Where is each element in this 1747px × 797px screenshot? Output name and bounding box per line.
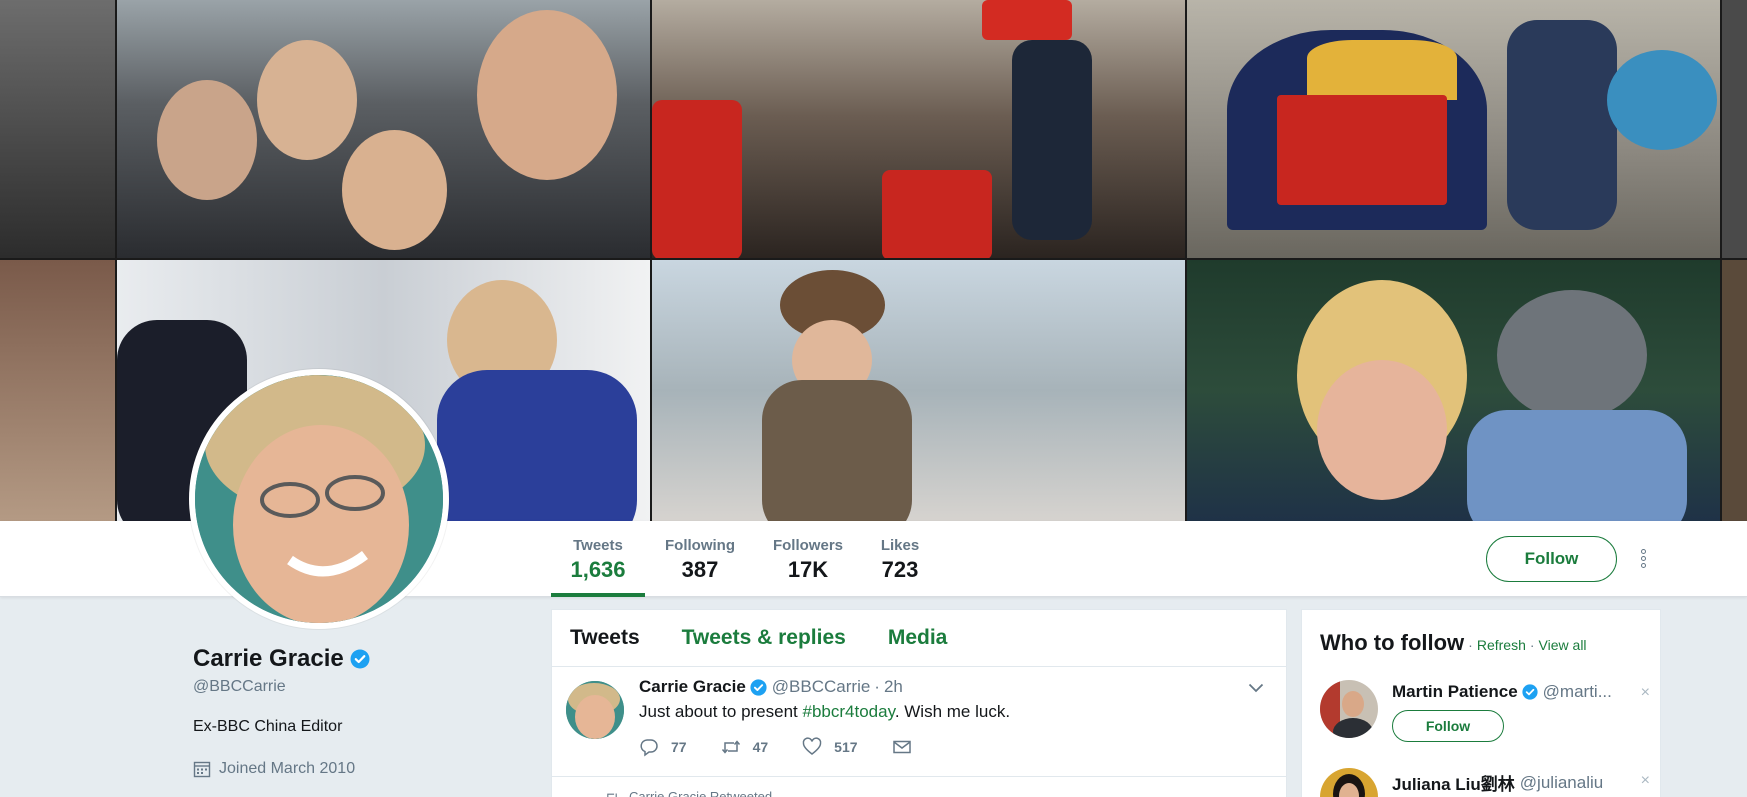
stat-label: Following (665, 537, 735, 554)
dismiss-icon[interactable]: × (1641, 772, 1650, 790)
direct-message-button[interactable] (892, 737, 924, 757)
tweet-avatar-image (566, 681, 624, 739)
suggested-user-name[interactable]: Martin Patience (1392, 682, 1518, 702)
stat-value: 387 (681, 557, 719, 582)
stat-following[interactable]: Following 387 (662, 521, 738, 597)
retweet-icon (721, 740, 740, 754)
header-photo-tile (1722, 260, 1747, 521)
retweeted-note: Carrie Gracie Retweeted (605, 789, 772, 797)
suggested-user-avatar[interactable] (1320, 680, 1378, 738)
header-photo-tile (117, 0, 650, 258)
calendar-icon (193, 761, 211, 778)
who-to-follow: Who to follow · Refresh · View all Marti… (1301, 609, 1661, 797)
suggested-user-avatar-image (1320, 680, 1378, 738)
tab-media[interactable]: Media (888, 626, 948, 650)
header-photo-tile (1722, 0, 1747, 258)
tweet-text-after: . Wish me luck. (894, 702, 1011, 721)
profile-avatar[interactable] (189, 369, 449, 629)
stat-value: 723 (881, 557, 919, 582)
suggested-user[interactable]: Martin Patience @marti... × Follow (1320, 680, 1650, 742)
separator-dot: · (874, 677, 880, 696)
more-options-icon[interactable] (1636, 548, 1650, 572)
header-photo-tile (0, 260, 115, 521)
retweet-button[interactable]: 47 (721, 737, 769, 757)
stat-likes[interactable]: Likes 723 (874, 521, 926, 597)
who-to-follow-header: Who to follow · Refresh · View all (1320, 630, 1587, 656)
header-photo-tile (652, 0, 1185, 258)
timeline: Tweets Tweets & replies Media Carrie Gra… (551, 609, 1287, 797)
stat-label: Tweets (573, 537, 623, 554)
header-photo-tile (0, 0, 115, 258)
stat-label: Followers (772, 537, 843, 554)
suggested-user-name[interactable]: Juliana Liu劉林 (1392, 770, 1515, 795)
tweet-author-name[interactable]: Carrie Gracie (639, 677, 746, 697)
suggested-user-avatar-image (1320, 768, 1378, 797)
stat-label: Likes (880, 537, 920, 554)
tweet-actions: 77 47 517 (639, 737, 958, 757)
tweet-text-before: Just about to present (639, 702, 803, 721)
stat-followers[interactable]: Followers 17K (771, 521, 845, 597)
tweet-timestamp[interactable]: 2h (884, 677, 903, 697)
follow-button[interactable]: Follow (1486, 536, 1617, 582)
profile-handle[interactable]: @BBCCarrie (193, 678, 286, 696)
verified-badge-icon (1522, 684, 1538, 700)
envelope-icon (892, 740, 911, 754)
avatar-image (195, 375, 443, 623)
suggested-user[interactable]: Juliana Liu劉林 @julianaliu × (1320, 768, 1650, 797)
suggested-user-handle[interactable]: @julianaliu (1520, 773, 1603, 793)
reply-icon (640, 739, 658, 757)
profile-bio: Ex-BBC China Editor (193, 718, 343, 735)
suggested-user-avatar[interactable] (1320, 768, 1378, 797)
tweet-hashtag[interactable]: #bbcr4today (803, 702, 895, 721)
tweet-text: Just about to present #bbcr4today. Wish … (639, 702, 1010, 722)
verified-badge-icon (750, 678, 767, 696)
heart-icon (802, 737, 822, 755)
retweeted-label[interactable]: Carrie Gracie Retweeted (629, 789, 772, 797)
profile-name-row: Carrie Gracie (193, 643, 370, 675)
joined-label: Joined March 2010 (219, 760, 356, 777)
who-to-follow-title: Who to follow (1320, 630, 1465, 655)
separator-dot: · (1529, 637, 1535, 653)
retweet-icon (607, 793, 617, 797)
tweet-text-body: Just about to present #bbcr4today. Wish … (639, 702, 1010, 722)
tab-tweets-replies[interactable]: Tweets & replies (682, 626, 846, 650)
dismiss-icon[interactable]: × (1641, 684, 1650, 702)
refresh-link[interactable]: Refresh (1477, 637, 1526, 653)
separator-dot: · (1468, 637, 1473, 653)
tab-tweets[interactable]: Tweets (570, 626, 640, 650)
view-all-link[interactable]: View all (1539, 637, 1587, 653)
joined-date: Joined March 2010 (193, 760, 355, 778)
stat-value: 17K (787, 557, 829, 582)
reply-button[interactable]: 77 (639, 737, 687, 757)
tweet-author-handle[interactable]: @BBCCarrie (772, 677, 871, 697)
timeline-tabs: Tweets Tweets & replies Media (552, 610, 1286, 667)
header-photo-tile (1187, 260, 1720, 521)
tweet[interactable]: Carrie Gracie @BBCCarrie · 2h Just about… (552, 667, 1286, 777)
suggested-user-handle[interactable]: @marti... (1543, 682, 1612, 702)
tweet-avatar[interactable] (566, 681, 624, 739)
profile-name[interactable]: Carrie Gracie (193, 645, 344, 673)
like-count: 517 (834, 739, 858, 755)
suggested-user-namerow: Juliana Liu劉林 @julianaliu (1392, 770, 1632, 795)
follow-button[interactable]: Follow (1392, 710, 1504, 742)
suggested-user-namerow: Martin Patience @marti... (1392, 682, 1632, 702)
stat-tweets[interactable]: Tweets 1,636 (551, 521, 645, 597)
tweet-header: Carrie Gracie @BBCCarrie · 2h (639, 677, 903, 697)
stat-value: 1,636 (570, 557, 626, 582)
reply-count: 77 (671, 739, 687, 755)
header-photo-tile (1187, 0, 1720, 258)
verified-badge-icon (350, 649, 370, 669)
header-photo-tile (652, 260, 1185, 521)
retweet-count: 47 (752, 739, 769, 755)
like-button[interactable]: 517 (802, 737, 858, 757)
chevron-down-icon[interactable] (1248, 683, 1264, 693)
